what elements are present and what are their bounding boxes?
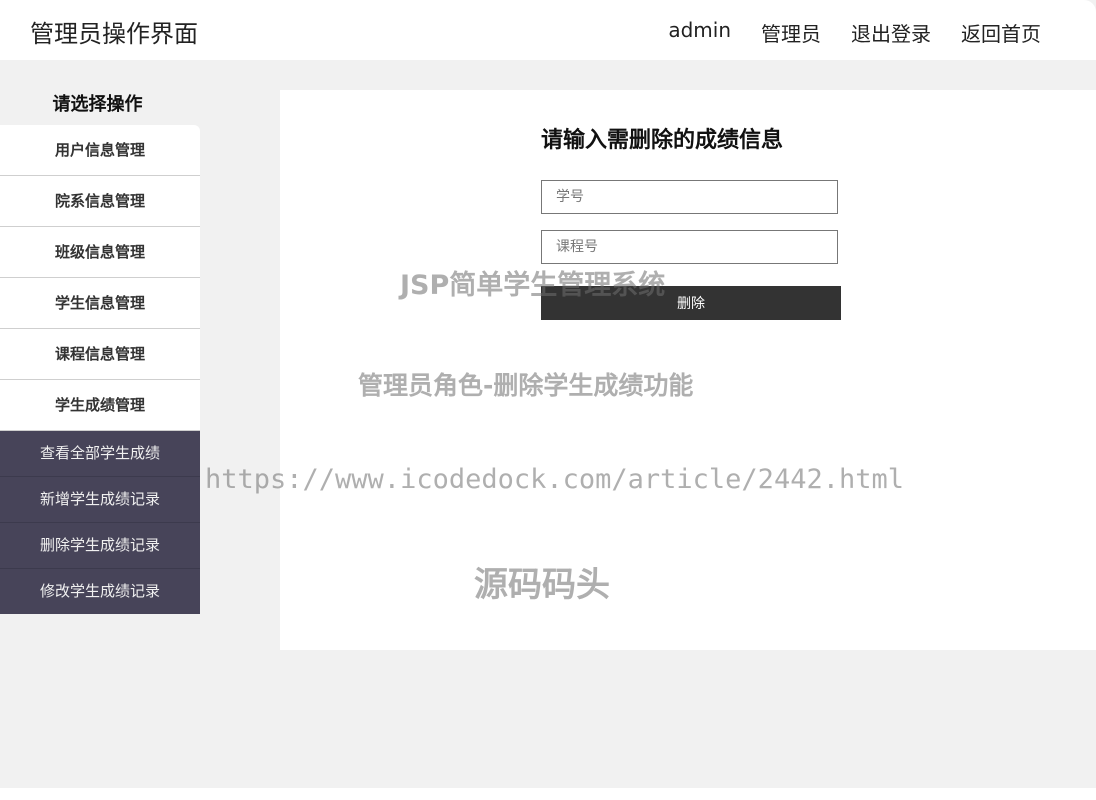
sidebar-item-course-management[interactable]: 课程信息管理 (0, 329, 200, 380)
submenu-item-add-grade[interactable]: 新增学生成绩记录 (0, 477, 200, 523)
submenu-item-delete-grade[interactable]: 删除学生成绩记录 (0, 523, 200, 569)
sidebar-item-class-management[interactable]: 班级信息管理 (0, 227, 200, 278)
sidebar-title: 请选择操作 (52, 94, 143, 115)
main-panel: 请输入需删除的成绩信息 删除 (280, 90, 1096, 650)
role-link[interactable]: 管理员 (761, 18, 821, 47)
sidebar-item-department-management[interactable]: 院系信息管理 (0, 176, 200, 227)
course-id-input[interactable] (541, 230, 838, 264)
delete-button[interactable]: 删除 (541, 286, 841, 320)
logout-link[interactable]: 退出登录 (851, 18, 931, 47)
grade-submenu: 查看全部学生成绩 新增学生成绩记录 删除学生成绩记录 修改学生成绩记录 (0, 431, 200, 614)
home-link[interactable]: 返回首页 (961, 18, 1041, 47)
sidebar-menu: 用户信息管理 院系信息管理 班级信息管理 学生信息管理 课程信息管理 学生成绩管… (0, 125, 200, 614)
app-title: 管理员操作界面 (30, 20, 198, 48)
username-link[interactable]: admin (668, 18, 731, 47)
submenu-item-view-grades[interactable]: 查看全部学生成绩 (0, 431, 200, 477)
top-header: 管理员操作界面 admin 管理员 退出登录 返回首页 (0, 0, 1096, 60)
submenu-item-edit-grade[interactable]: 修改学生成绩记录 (0, 569, 200, 614)
bottom-strip (0, 788, 1096, 800)
top-nav: admin 管理员 退出登录 返回首页 (638, 18, 1041, 47)
sidebar-item-user-management[interactable]: 用户信息管理 (0, 125, 200, 176)
sidebar-item-grade-management[interactable]: 学生成绩管理 (0, 380, 200, 431)
form-title: 请输入需删除的成绩信息 (541, 128, 784, 153)
sidebar-item-student-management[interactable]: 学生信息管理 (0, 278, 200, 329)
student-id-input[interactable] (541, 180, 838, 214)
